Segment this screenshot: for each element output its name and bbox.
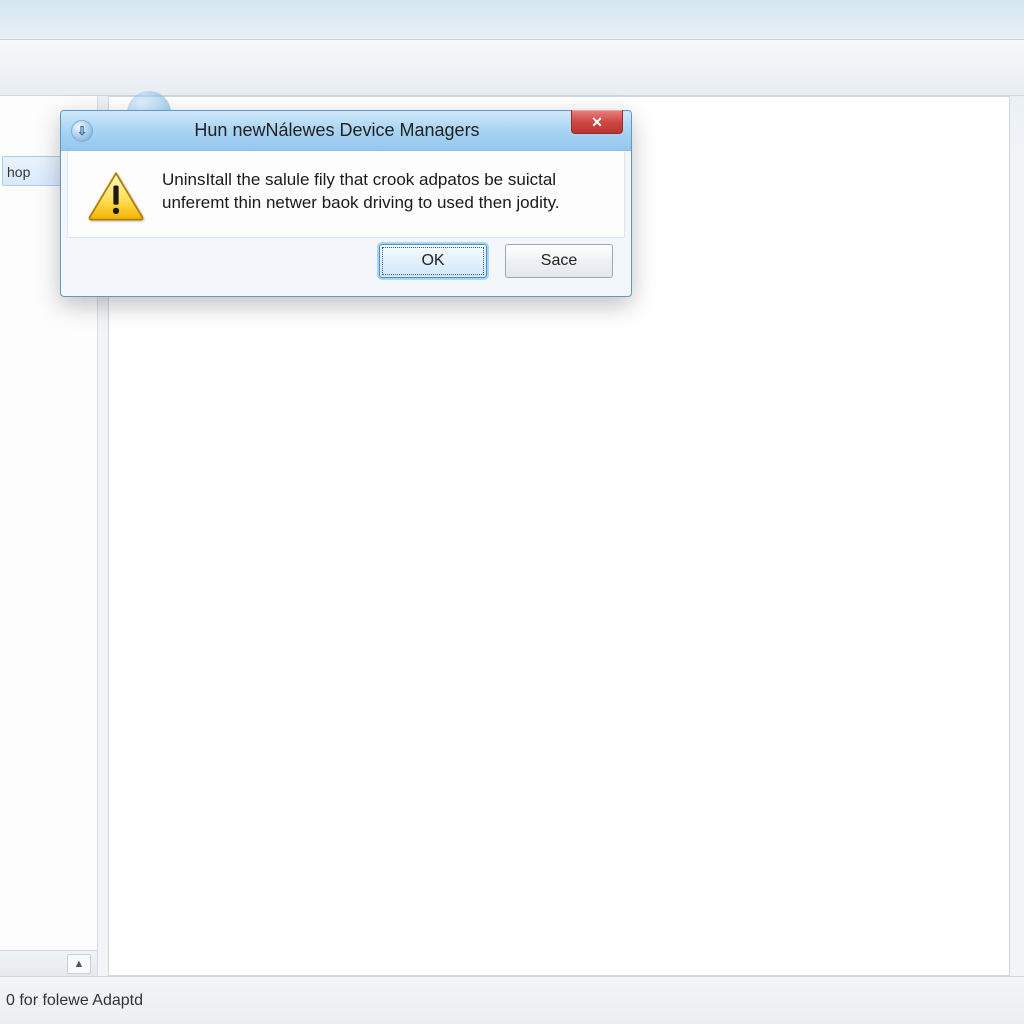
ok-button[interactable]: OK	[379, 244, 487, 278]
dialog-body: UninsItall the salule fily that crook ad…	[67, 151, 625, 238]
dialog-title: Hun newNálewes Device Managers	[103, 120, 631, 141]
sidebar-footer: ▲	[0, 950, 97, 976]
dialog-button-row: OK Sace	[61, 244, 631, 296]
close-icon: ✕	[591, 115, 603, 129]
toolbar	[0, 40, 1024, 96]
dialog-system-icon: ⇩	[71, 120, 93, 142]
chevron-up-icon: ▲	[74, 958, 85, 970]
expand-up-button[interactable]: ▲	[67, 954, 91, 974]
dialog-title-bar[interactable]: ⇩ Hun newNálewes Device Managers ✕	[61, 111, 631, 151]
status-bar: 0 for folewe Adaptd	[0, 976, 1024, 1024]
window-title-bar	[0, 0, 1024, 40]
sidebar-item-label: hop	[7, 164, 30, 180]
secondary-button[interactable]: Sace	[505, 244, 613, 278]
warning-icon	[88, 171, 144, 221]
status-text: 0 for folewe Adaptd	[6, 992, 143, 1010]
close-button[interactable]: ✕	[571, 110, 623, 134]
dialog-message: UninsItall the salule fily that crook ad…	[162, 169, 604, 221]
device-manager-dialog: ⇩ Hun newNálewes Device Managers ✕ Unins	[60, 110, 632, 297]
